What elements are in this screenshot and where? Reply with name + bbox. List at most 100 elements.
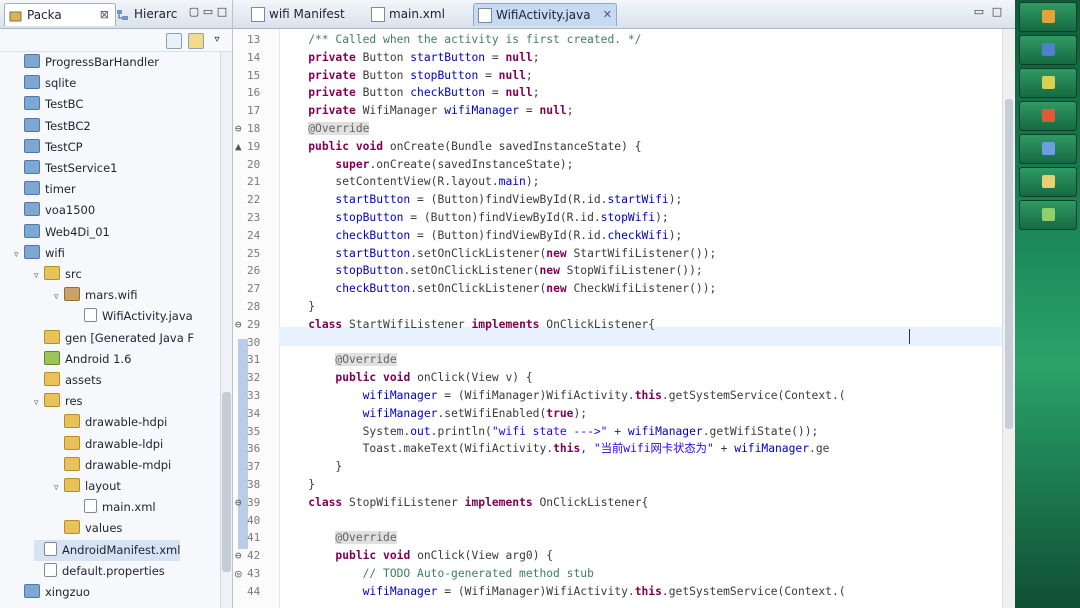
code-token: = (WifiManager)WifiActivity. [437, 584, 635, 598]
close-icon[interactable]: ✕ [603, 4, 612, 26]
code-line[interactable]: super.onCreate(savedInstanceState); [281, 156, 573, 174]
close-icon[interactable]: ⊠ [100, 4, 109, 26]
tree-item[interactable]: WifiActivity.java [74, 306, 193, 327]
code-token: ; [532, 86, 540, 100]
code-line[interactable]: @Override [281, 529, 397, 547]
desktop-shortcut-button[interactable] [1019, 101, 1077, 131]
fold-marker-icon[interactable]: ⊖ [235, 318, 247, 331]
fold-marker-icon[interactable]: ▲ [235, 140, 247, 153]
tree-item[interactable]: gen [Generated Java F [34, 328, 194, 349]
code-line[interactable]: // TODO Auto-generated method stub [281, 565, 594, 583]
tree-item[interactable]: ProgressBarHandler [14, 52, 159, 73]
code-line[interactable]: /** Called when the activity is first cr… [281, 31, 641, 49]
view-menu-icon[interactable]: ▢ [188, 6, 200, 18]
tree-item[interactable]: TestCP [14, 137, 83, 158]
code-line[interactable]: wifiManager.setWifiEnabled(true); [281, 405, 587, 423]
tree-item[interactable]: xingzuo [14, 582, 90, 603]
tree-item[interactable]: voa1500 [14, 200, 95, 221]
tree-item[interactable]: TestBC2 [14, 116, 91, 137]
code-line[interactable]: public void onCreate(Bundle savedInstanc… [281, 138, 641, 156]
tree-item[interactable]: assets [34, 370, 102, 391]
tree-item[interactable]: ▿ layout [54, 476, 121, 497]
expand-arrow-icon[interactable]: ▿ [34, 393, 44, 414]
tree-item-label: drawable-ldpi [85, 436, 164, 451]
tree-item[interactable]: ▿ mars.wifi [54, 285, 137, 306]
tab-package-explorer[interactable]: Packa ⊠ [4, 3, 116, 26]
fold-marker-icon[interactable]: ◎ [235, 567, 247, 580]
tree-item[interactable]: AndroidManifest.xml [34, 539, 181, 561]
code-line[interactable]: } [281, 458, 342, 476]
tree-item[interactable]: Web4Di_01 [14, 222, 110, 243]
desktop-shortcut-button[interactable] [1019, 2, 1077, 32]
code-line[interactable]: System.out.println("wifi state --->" + w… [281, 423, 819, 441]
code-area[interactable]: /** Called when the activity is first cr… [281, 29, 1003, 608]
editor-scrollbar[interactable] [1002, 29, 1015, 608]
code-line[interactable]: @Override [281, 120, 370, 138]
expand-arrow-icon[interactable]: ▿ [54, 478, 64, 499]
tree-item-label: default.properties [62, 563, 165, 578]
explorer-scrollbar[interactable] [220, 52, 232, 608]
tree-item[interactable]: drawable-mdpi [54, 455, 171, 476]
expand-arrow-icon[interactable]: ▿ [54, 287, 64, 308]
tree-item[interactable]: TestBC [14, 94, 83, 115]
code-line[interactable]: startButton = (Button)findViewById(R.id.… [281, 191, 682, 209]
code-line[interactable]: class StopWifiListener implements OnClic… [281, 494, 648, 512]
minimize-button[interactable]: ▭ [973, 6, 985, 18]
tab-wifiactivity-java[interactable]: WifiActivity.java ✕ [473, 3, 617, 26]
tree-item[interactable]: values [54, 518, 122, 539]
desktop-shortcut-button[interactable] [1019, 68, 1077, 98]
view-menu-icon[interactable]: ▿ [210, 33, 224, 47]
code-line[interactable]: @Override [281, 351, 397, 369]
expand-arrow-icon[interactable]: ▿ [34, 266, 44, 287]
minimize-button[interactable]: ▭ [202, 6, 214, 18]
tree-item[interactable]: ▿ wifi [14, 243, 65, 264]
code-line[interactable]: private WifiManager wifiManager = null; [281, 102, 573, 120]
maximize-button[interactable]: □ [991, 6, 1003, 18]
code-line[interactable]: class StartWifiListener implements OnCli… [281, 316, 655, 334]
tree-item-label: main.xml [102, 500, 156, 515]
tab-main-xml[interactable]: main.xml [367, 3, 469, 25]
tree-item[interactable]: drawable-hdpi [54, 412, 167, 433]
code-line[interactable]: stopButton.setOnClickListener(new StopWi… [281, 262, 702, 280]
scrollbar-thumb[interactable] [222, 392, 231, 572]
tree-item[interactable]: ▿ src [34, 264, 82, 285]
code-line[interactable]: wifiManager = (WifiManager)WifiActivity.… [281, 387, 846, 405]
code-line[interactable]: private Button checkButton = null; [281, 84, 540, 102]
code-line[interactable]: } [281, 298, 315, 316]
tree-item[interactable]: TestService1 [14, 158, 117, 179]
tree-item[interactable]: main.xml [74, 497, 156, 518]
tree-item[interactable]: timer [14, 179, 76, 200]
code-line[interactable]: private Button stopButton = null; [281, 67, 532, 85]
code-line[interactable]: checkButton = (Button)findViewById(R.id.… [281, 227, 682, 245]
code-line[interactable]: setContentView(R.layout.main); [281, 173, 539, 191]
tree-item[interactable]: default.properties [34, 561, 165, 582]
expand-arrow-icon[interactable]: ▿ [14, 245, 24, 266]
code-line[interactable]: } [281, 476, 315, 494]
tree-item[interactable]: sqlite [14, 73, 76, 94]
desktop-shortcut-button[interactable] [1019, 200, 1077, 230]
maximize-button[interactable]: □ [216, 6, 228, 18]
fold-marker-icon[interactable]: ⊖ [235, 549, 247, 562]
code-line[interactable]: stopButton = (Button)findViewById(R.id.s… [281, 209, 668, 227]
tree-item[interactable]: drawable-ldpi [54, 434, 163, 455]
fold-marker-icon[interactable]: ⊖ [235, 122, 247, 135]
fold-marker-icon[interactable]: ⊖ [235, 496, 247, 509]
link-editor-icon[interactable] [188, 33, 204, 49]
code-line[interactable]: Toast.makeText(WifiActivity.this, "当前wif… [281, 440, 830, 458]
collapse-all-icon[interactable] [166, 33, 182, 49]
desktop-shortcut-button[interactable] [1019, 167, 1077, 197]
desktop-shortcut-button[interactable] [1019, 35, 1077, 65]
tree-item[interactable]: Android 1.6 [34, 349, 131, 370]
code-line[interactable]: checkButton.setOnClickListener(new Check… [281, 280, 716, 298]
code-line[interactable]: startButton.setOnClickListener(new Start… [281, 245, 716, 263]
desktop-sidebar [1015, 0, 1080, 608]
desktop-shortcut-button[interactable] [1019, 134, 1077, 164]
tab-wifi-manifest[interactable]: wifi Manifest [247, 3, 365, 25]
code-line[interactable]: public void onClick(View arg0) { [281, 547, 553, 565]
tree-item[interactable]: ▿ res [34, 391, 83, 412]
code-line[interactable]: public void onClick(View v) { [281, 369, 532, 387]
code-line[interactable]: private Button startButton = null; [281, 49, 539, 67]
folder-icon [44, 329, 60, 344]
code-line[interactable]: wifiManager = (WifiManager)WifiActivity.… [281, 583, 846, 601]
scrollbar-thumb[interactable] [1005, 99, 1013, 429]
